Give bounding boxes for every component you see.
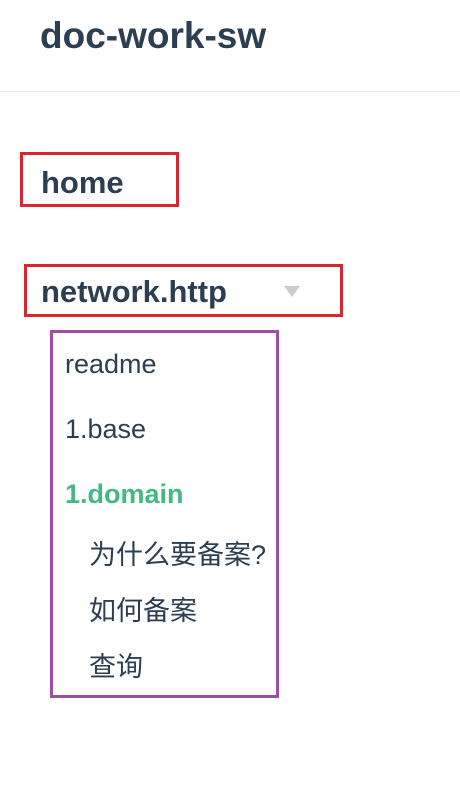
submenu-item-base[interactable]: 1.base xyxy=(65,413,146,445)
nav-section-label: network.http xyxy=(41,274,227,309)
submenu-item-domain[interactable]: 1.domain xyxy=(65,478,184,510)
header: doc-work-sw xyxy=(0,0,460,92)
submenu-child-how-register[interactable]: 如何备案 xyxy=(89,595,197,627)
site-title[interactable]: doc-work-sw xyxy=(40,14,266,58)
page: doc-work-sw home network.http readme 1.b… xyxy=(0,0,460,788)
submenu-child-why-register[interactable]: 为什么要备案? xyxy=(89,539,266,571)
nav-item-home-label: home xyxy=(41,165,124,200)
submenu-child-query[interactable]: 查询 xyxy=(89,651,143,683)
nav-section-network-http[interactable]: network.http xyxy=(24,264,343,317)
submenu: readme 1.base 1.domain 为什么要备案? 如何备案 查询 xyxy=(50,330,279,698)
submenu-item-readme[interactable]: readme xyxy=(65,348,157,380)
caret-down-icon[interactable] xyxy=(284,286,300,297)
nav-item-home[interactable]: home xyxy=(20,152,179,207)
